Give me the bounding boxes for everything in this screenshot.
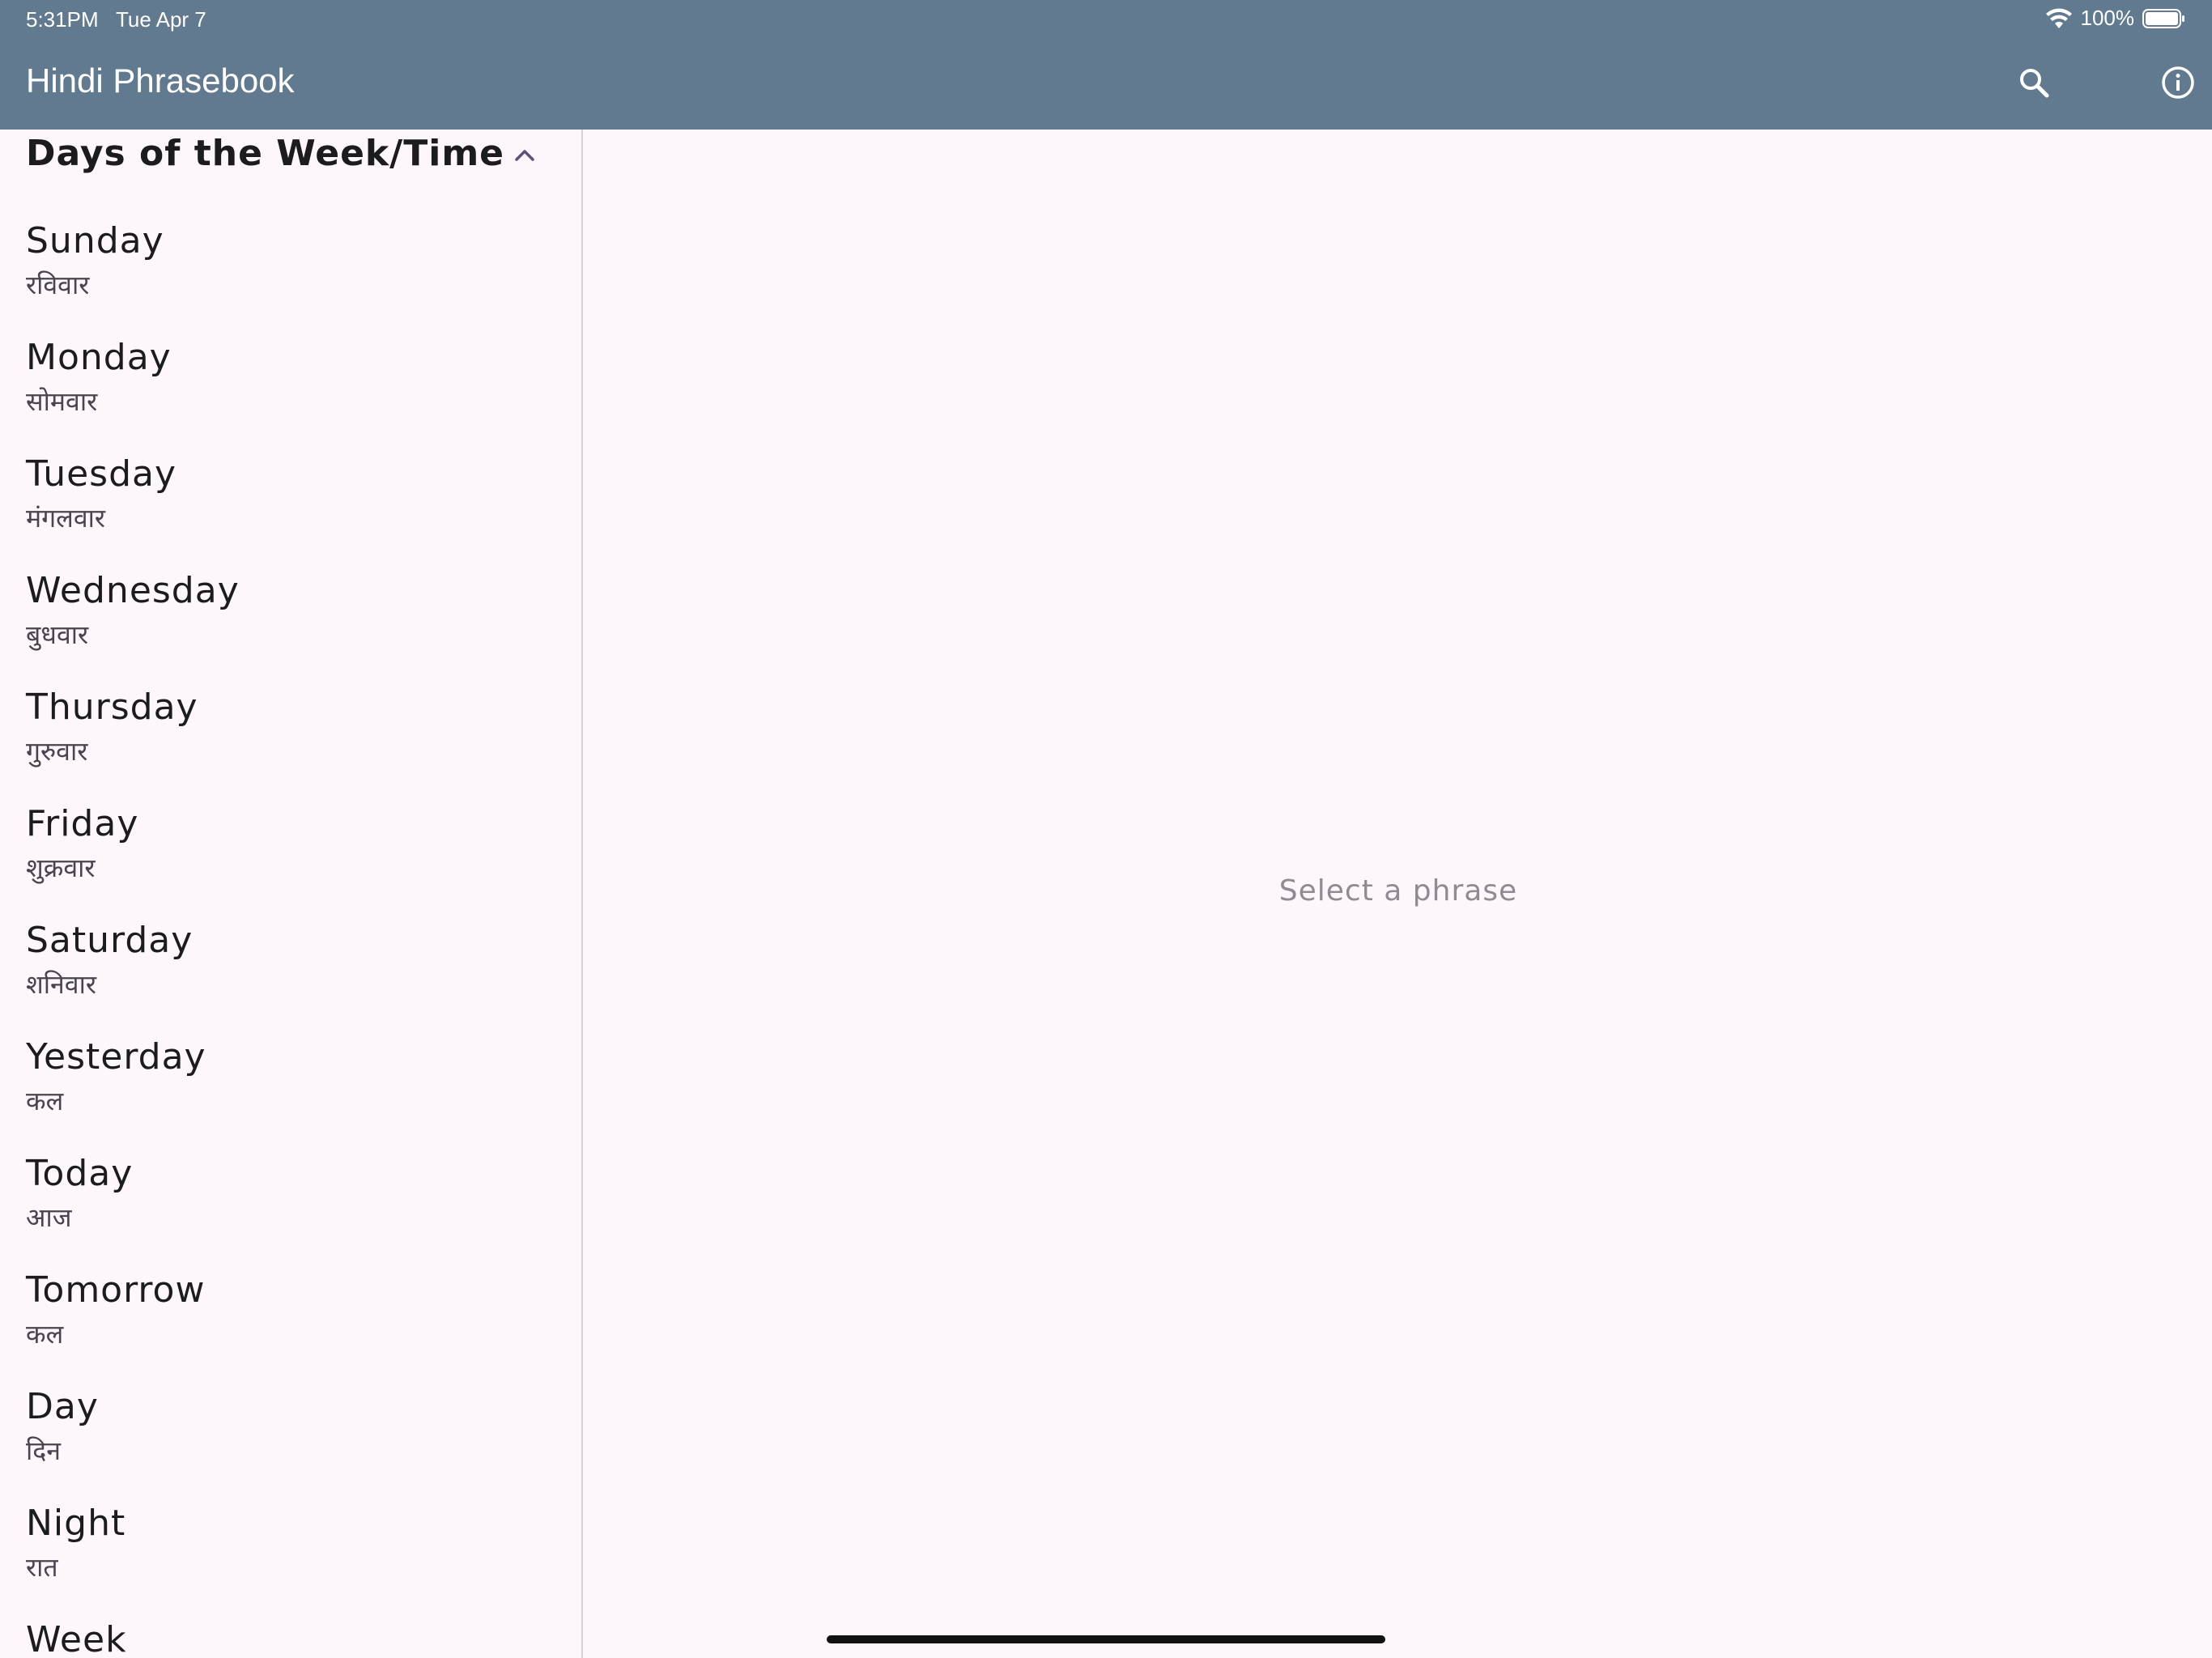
app-title: Hindi Phrasebook <box>26 62 295 100</box>
app-bar: Hindi Phrasebook <box>0 37 2212 130</box>
phrase-english: Today <box>26 1153 134 1194</box>
list-item[interactable]: Yesterday कल <box>0 1035 581 1151</box>
home-indicator[interactable] <box>827 1635 1385 1643</box>
phrase-hindi: गुरुवार <box>26 736 88 767</box>
phrase-english: Monday <box>26 337 172 378</box>
phrase-detail-panel: Select a phrase <box>585 130 2212 1658</box>
phrase-english: Tuesday <box>26 453 177 495</box>
battery-icon <box>2142 8 2186 29</box>
phrase-hindi: रात <box>26 1552 58 1583</box>
list-item[interactable]: Friday शुक्रवार <box>0 801 581 918</box>
status-indicators: 100% <box>2045 6 2187 31</box>
phrase-english: Yesterday <box>26 1036 206 1078</box>
phrase-english: Wednesday <box>26 570 240 611</box>
list-item[interactable]: Thursday गुरुवार <box>0 685 581 801</box>
phrase-list: Sunday रविवार Monday सोमवार Tuesday मंगल… <box>0 219 581 1658</box>
list-item[interactable]: Week <box>0 1618 581 1658</box>
list-item[interactable]: Monday सोमवार <box>0 335 581 452</box>
phrase-hindi: शुक्रवार <box>26 852 96 883</box>
phrase-english: Week <box>26 1619 127 1658</box>
list-item[interactable]: Sunday रविवार <box>0 219 581 335</box>
list-item[interactable]: Saturday शनिवार <box>0 918 581 1035</box>
info-icon <box>2160 65 2196 104</box>
search-button[interactable] <box>2006 57 2061 112</box>
phrase-hindi: कल <box>26 1086 64 1116</box>
phrase-english: Sunday <box>26 220 164 261</box>
phrase-english: Tomorrow <box>26 1269 206 1311</box>
status-time: 5:31PM <box>26 7 99 32</box>
phrase-english: Day <box>26 1386 99 1427</box>
list-item[interactable]: Wednesday बुधवार <box>0 568 581 685</box>
phrase-hindi: बुधवार <box>26 619 89 650</box>
phrase-english: Thursday <box>26 687 198 728</box>
battery-percent: 100% <box>2080 6 2135 30</box>
list-item[interactable]: Tomorrow कल <box>0 1268 581 1384</box>
list-item[interactable]: Night रात <box>0 1501 581 1618</box>
phrase-list-panel: Days of the Week/Time Sunday रविवार Mond… <box>0 130 583 1658</box>
info-button[interactable] <box>2150 57 2206 112</box>
search-icon <box>2018 66 2050 102</box>
phrase-hindi: रविवार <box>26 270 90 300</box>
status-date: Tue Apr 7 <box>116 7 206 32</box>
phrase-hindi: सोमवार <box>26 386 98 417</box>
section-title: Days of the Week/Time <box>26 133 505 174</box>
phrase-english: Saturday <box>26 920 194 961</box>
list-item[interactable]: Tuesday मंगलवार <box>0 452 581 568</box>
phrase-hindi: दिन <box>26 1435 62 1466</box>
chevron-up-icon <box>508 142 541 168</box>
section-header[interactable]: Days of the Week/Time <box>0 130 581 185</box>
phrase-hindi: मंगलवार <box>26 503 106 534</box>
list-item[interactable]: Today आज <box>0 1151 581 1268</box>
phrase-english: Friday <box>26 803 139 844</box>
status-bar: 5:31PM Tue Apr 7 100% <box>0 0 2212 37</box>
phrase-hindi: कल <box>26 1319 64 1350</box>
phrase-hindi: आज <box>26 1202 72 1233</box>
list-item[interactable]: Day दिन <box>0 1384 581 1501</box>
phrase-hindi: शनिवार <box>26 969 96 1000</box>
phrase-english: Night <box>26 1503 126 1544</box>
wifi-icon <box>2045 7 2073 30</box>
empty-state-text: Select a phrase <box>1278 874 1518 908</box>
